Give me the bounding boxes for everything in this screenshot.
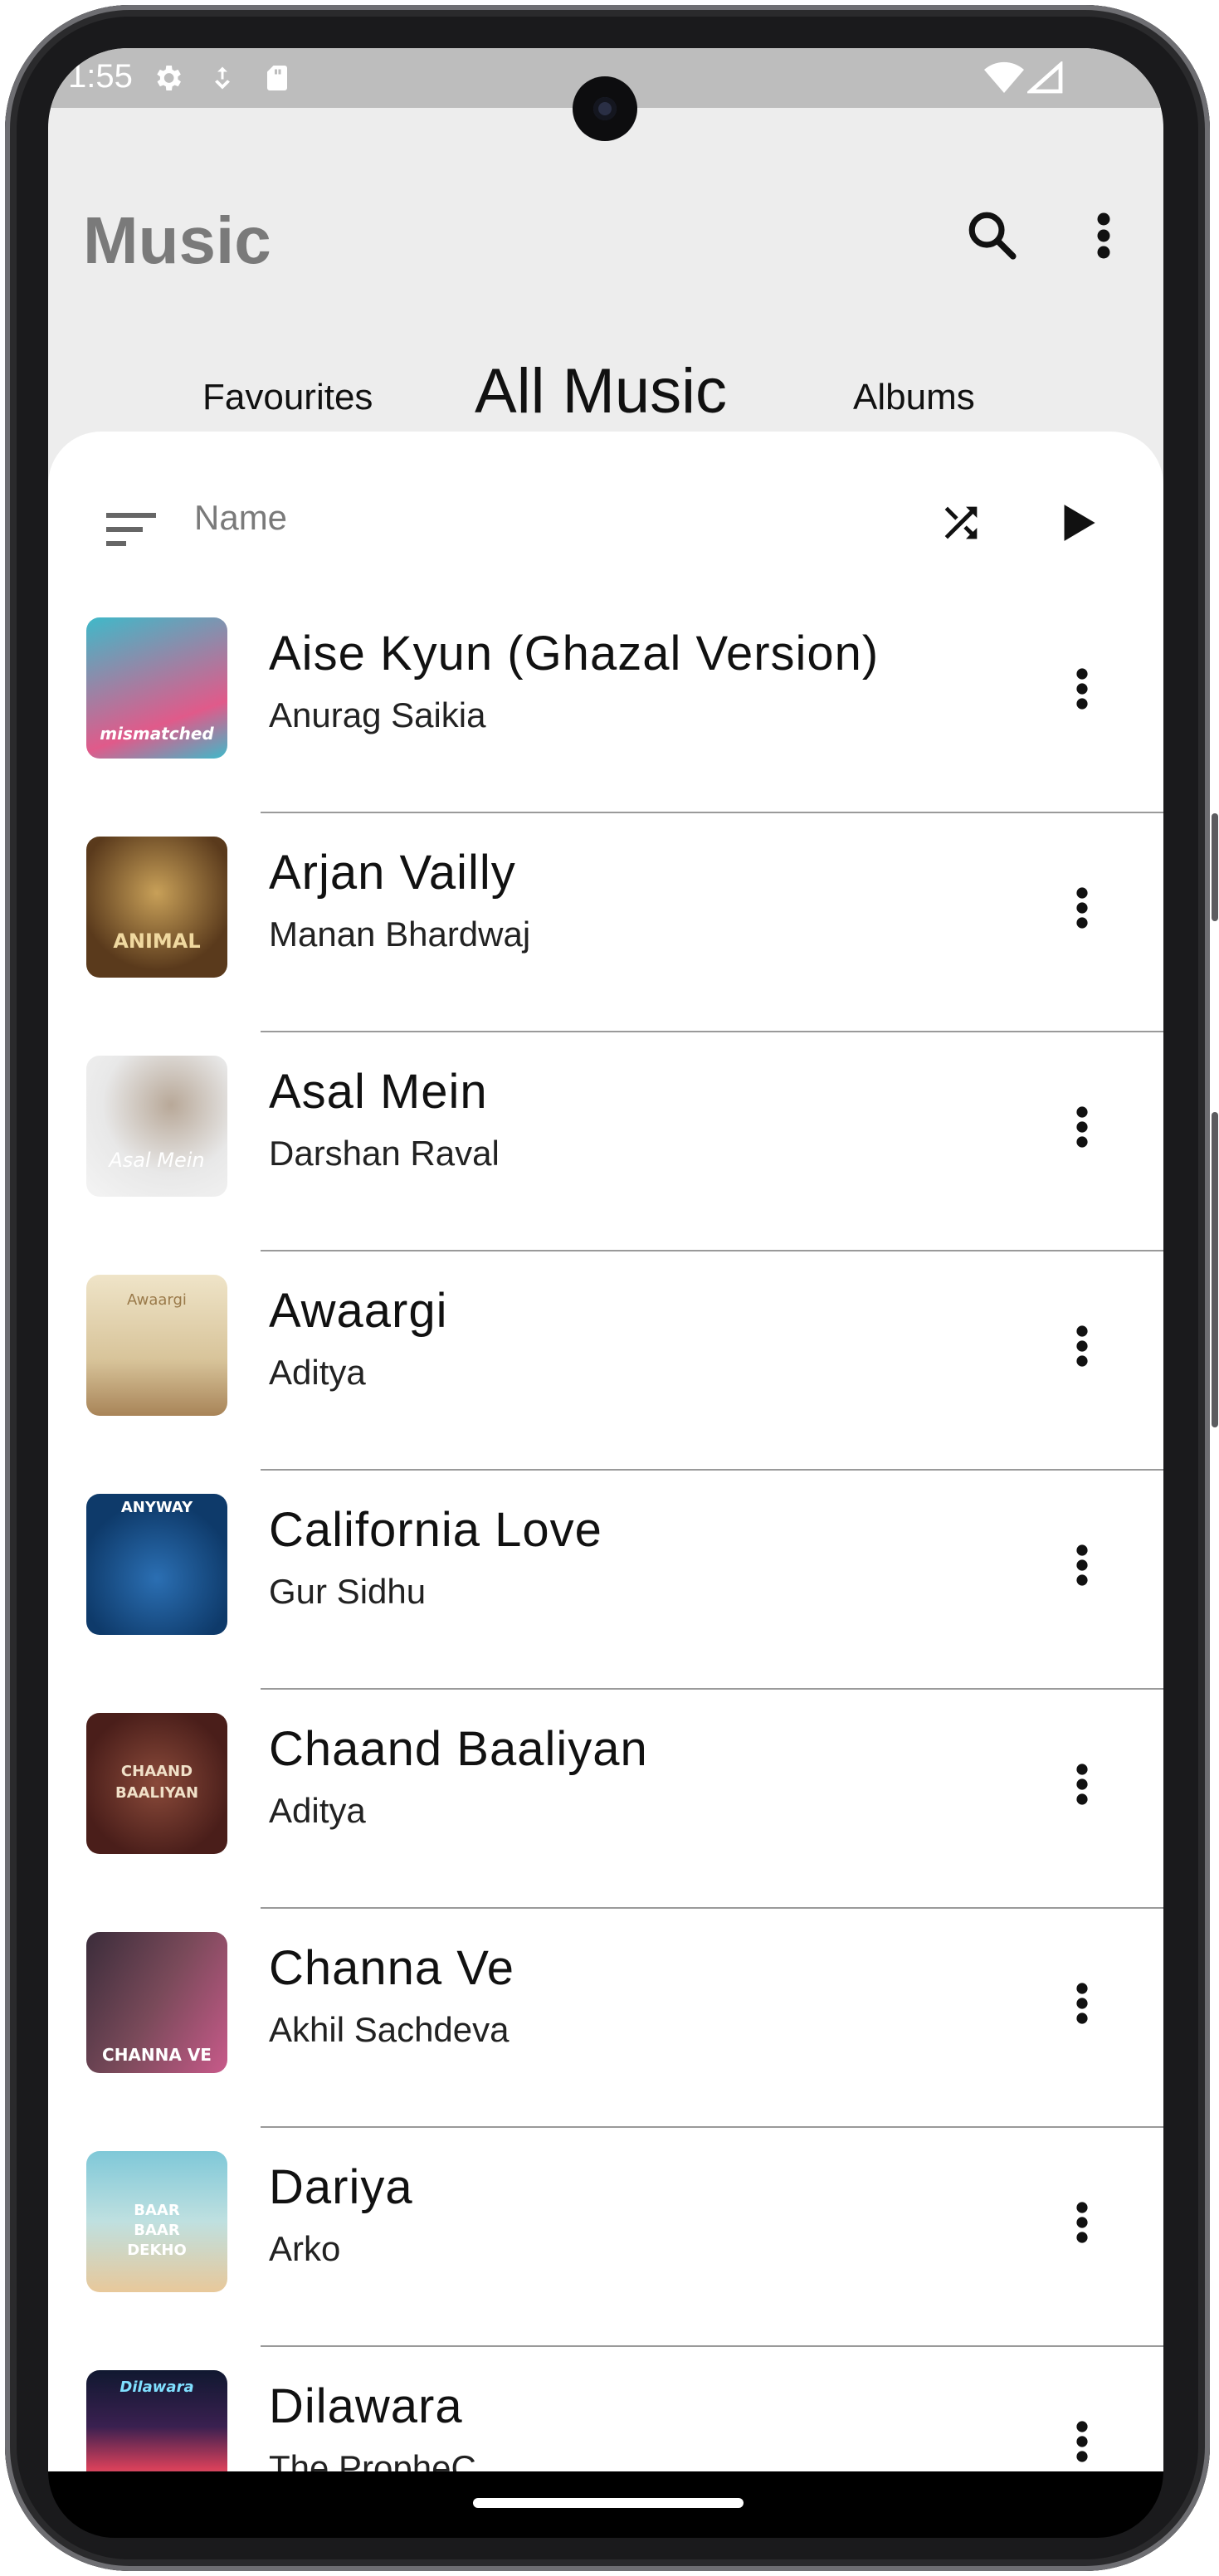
sd-card-icon [262,61,292,99]
shuffle-button[interactable] [926,490,996,559]
song-more-button[interactable] [1057,868,1107,948]
home-gesture-handle[interactable] [473,2498,744,2508]
song-row[interactable]: CHANNA VE Channa Ve Akhil Sachdeva [48,1909,1163,2128]
app-title: Music [83,203,271,277]
search-icon [965,208,1020,267]
song-artist: Akhil Sachdeva [269,2010,510,2049]
album-art: Asal Mein [86,1056,227,1197]
album-art: CHANNA VE [86,1932,227,2073]
song-row[interactable]: Awaargi Awaargi Aditya [48,1251,1163,1471]
song-title: Chaand Baaliyan [269,1722,648,1776]
more-vert-icon [1076,2421,1088,2462]
settings-status-icon [151,61,184,99]
download-status-icon [207,61,237,99]
play-all-button[interactable] [1044,490,1114,559]
song-title: Dilawara [269,2379,463,2433]
song-row[interactable]: ANYWAY California Love Gur Sidhu [48,1471,1163,1690]
signal-icon [1025,60,1064,99]
album-art: CHAAND BAALIYAN [86,1713,227,1854]
song-title: Arjan Vailly [269,846,516,900]
song-more-button[interactable] [1057,1306,1107,1386]
song-title: Awaargi [269,1284,448,1338]
power-button [1212,1112,1218,1427]
phone-frame: 1:55 Music Favourites All Music Albums N… [0,0,1219,2576]
song-title: Channa Ve [269,1941,515,1995]
song-row[interactable]: Asal Mein Asal Mein Darshan Raval [48,1032,1163,1251]
navigation-bar [48,2471,1163,2538]
more-vert-icon [1076,1983,1088,2024]
song-artist: The PropheC [269,2448,476,2471]
sort-icon[interactable] [106,511,156,552]
status-time: 1:55 [68,58,133,95]
tab-all-music[interactable]: All Music [475,355,727,427]
album-art: ANIMAL [86,837,227,978]
album-art: Dilawara [86,2370,227,2471]
song-title: Asal Mein [269,1065,488,1119]
song-artist: Darshan Raval [269,1134,500,1173]
song-more-button[interactable] [1057,1525,1107,1605]
more-vert-icon [1076,1544,1088,1586]
shuffle-icon [937,499,985,551]
album-art: mismatched [86,617,227,759]
more-vert-icon [1076,1106,1088,1148]
sort-label[interactable]: Name [194,498,287,538]
album-art: BAAR BAAR DEKHO [86,2151,227,2292]
song-row[interactable]: mismatched Aise Kyun (Ghazal Version) An… [48,594,1163,813]
song-artist: Arko [269,2229,341,2268]
tab-albums[interactable]: Albums [853,377,975,418]
search-button[interactable] [958,202,1027,272]
more-vert-icon [1076,887,1088,929]
front-camera [573,76,637,141]
song-artist: Anurag Saikia [269,695,486,734]
song-row[interactable]: ANIMAL Arjan Vailly Manan Bhardwaj [48,813,1163,1032]
play-icon [1061,503,1097,547]
volume-up-button [1212,813,1218,921]
song-row[interactable]: CHAAND BAALIYAN Chaand Baaliyan Aditya [48,1690,1163,1909]
more-vert-icon [1095,211,1112,265]
more-vert-icon [1076,668,1088,710]
song-more-button[interactable] [1057,1087,1107,1167]
tab-favourites[interactable]: Favourites [202,377,373,418]
song-artist: Gur Sidhu [269,1572,427,1611]
song-title: Dariya [269,2160,413,2214]
song-artist: Manan Bhardwaj [269,915,531,954]
more-vert-icon [1076,1764,1088,1805]
album-art: Awaargi [86,1275,227,1416]
song-more-button[interactable] [1057,649,1107,729]
wifi-icon [984,61,1024,99]
screen: 1:55 Music Favourites All Music Albums N… [48,48,1163,2471]
song-title: California Love [269,1503,602,1557]
song-row[interactable]: Dilawara Dilawara The PropheC [48,2347,1163,2471]
song-artist: Aditya [269,1353,366,1392]
more-vert-icon [1076,1325,1088,1367]
song-artist: Aditya [269,1791,366,1830]
song-list: mismatched Aise Kyun (Ghazal Version) An… [48,594,1163,2471]
album-art: ANYWAY [86,1494,227,1635]
song-more-button[interactable] [1057,2183,1107,2262]
song-more-button[interactable] [1057,1964,1107,2043]
song-row[interactable]: BAAR BAAR DEKHO Dariya Arko [48,2128,1163,2347]
more-vert-icon [1076,2202,1088,2243]
song-more-button[interactable] [1057,1744,1107,1824]
music-list-panel: Name mismatched Aise Kyun (Ghazal Versio… [48,432,1163,2471]
overflow-menu-button[interactable] [1069,202,1139,272]
song-more-button[interactable] [1057,2402,1107,2471]
song-title: Aise Kyun (Ghazal Version) [269,627,880,681]
